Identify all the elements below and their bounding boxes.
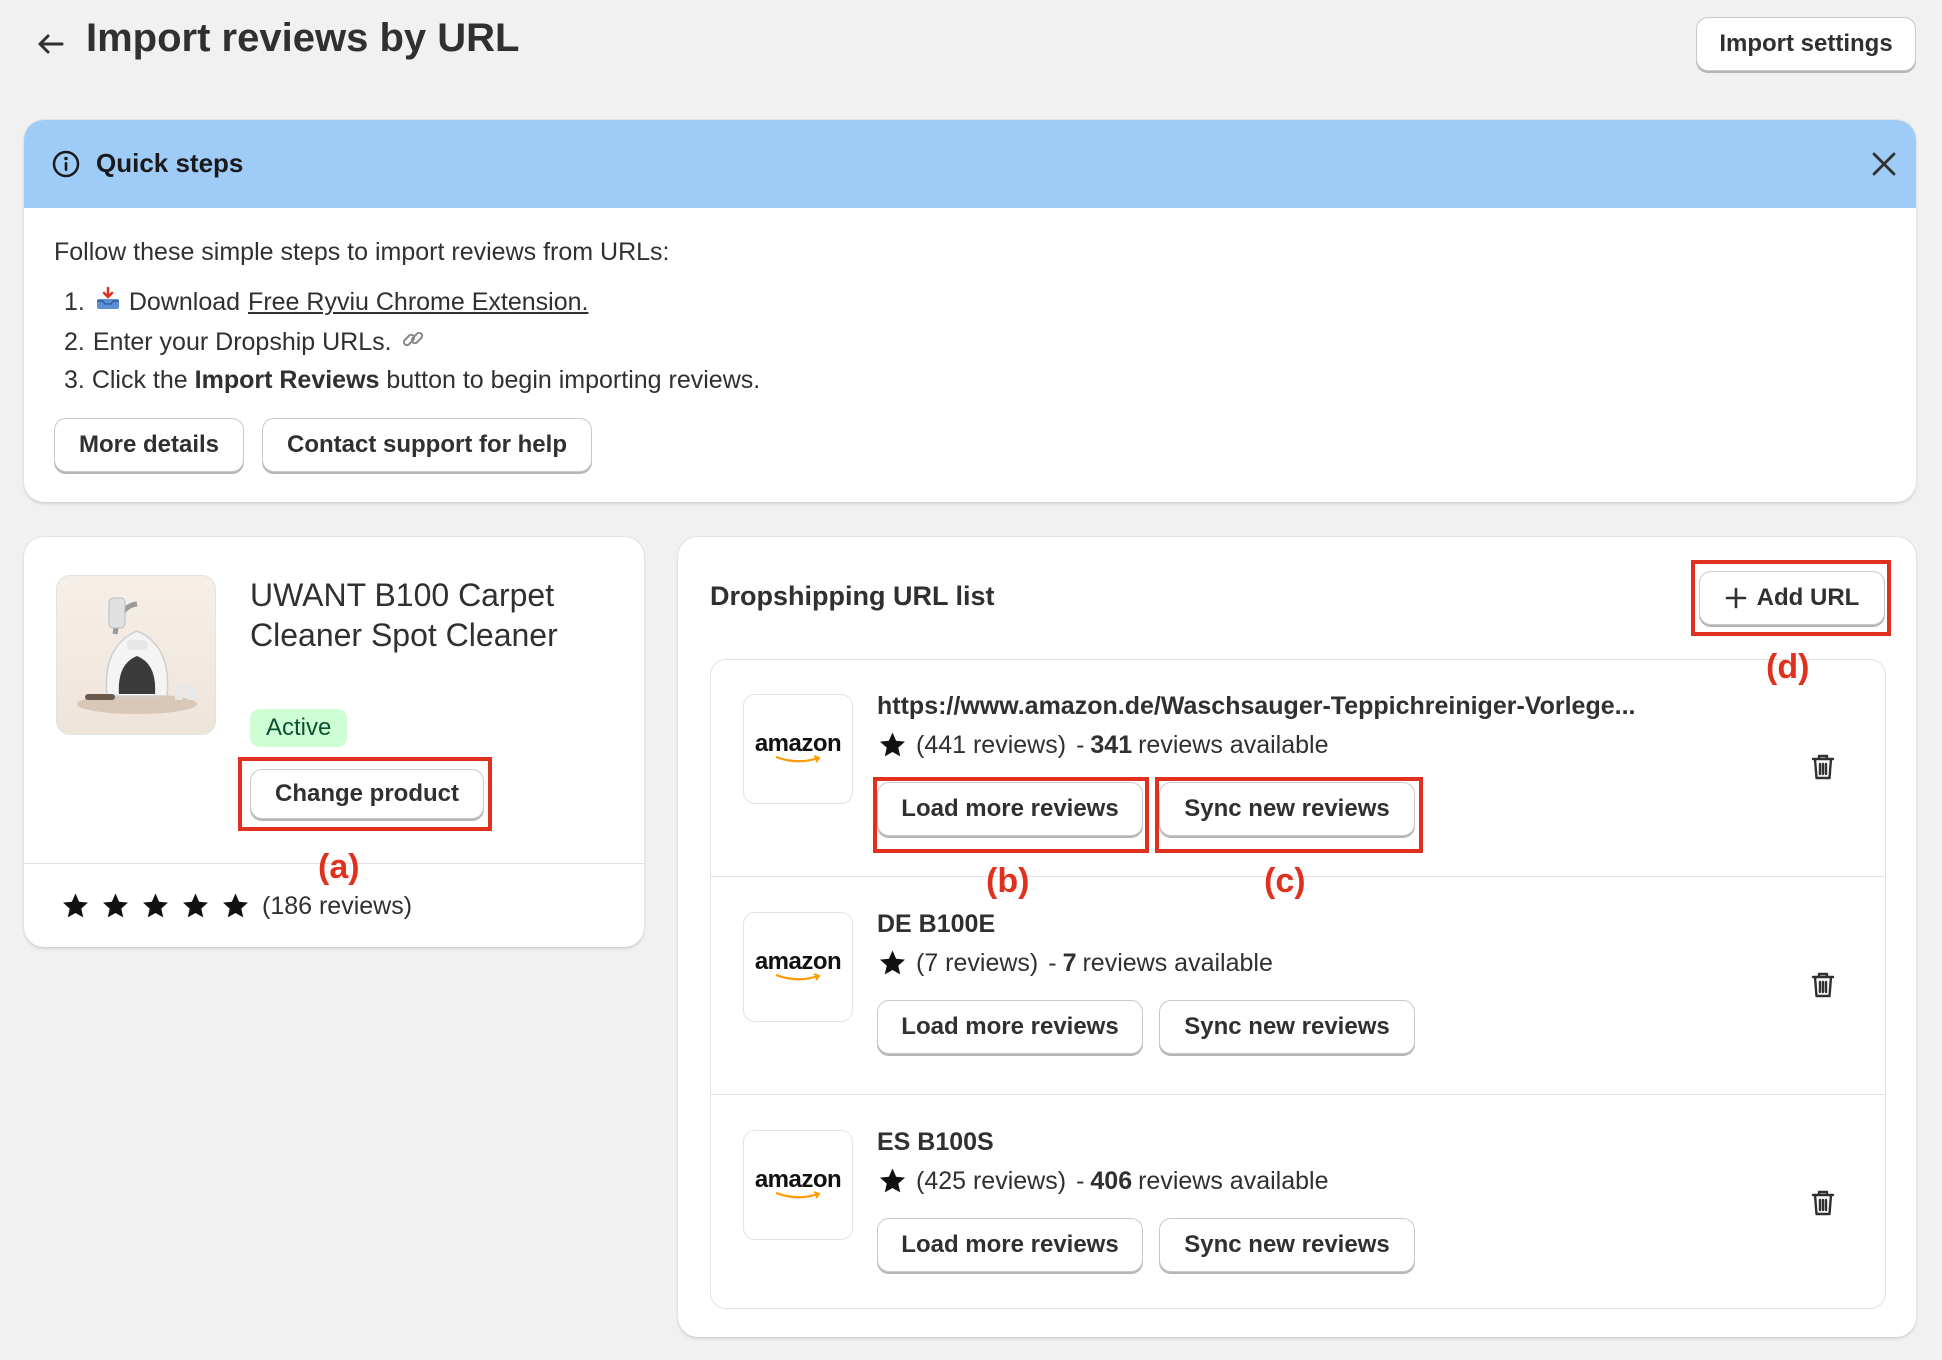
star-icon <box>880 950 905 975</box>
url-review-count: (441 reviews) <box>916 730 1067 759</box>
link-icon <box>400 326 426 359</box>
status-badge: Active <box>250 709 348 747</box>
step-2: 2. Enter your Dropship URLs. <box>64 326 426 359</box>
url-review-info: (7 reviews) - 7 reviews available <box>877 948 1273 978</box>
step-1: 1. Download Free Ryviu Chrome Extension. <box>64 286 588 319</box>
quick-steps-intro: Follow these simple steps to import revi… <box>54 238 670 266</box>
star-icon <box>183 893 208 918</box>
step-number: 3. <box>64 366 85 394</box>
list-item: amazon DE B100E (7 reviews) - 7 reviews … <box>711 878 1885 1096</box>
annotation-label-c: (c) <box>1264 862 1306 900</box>
available-label: reviews available <box>1082 948 1273 977</box>
amazon-logo: amazon <box>743 694 853 804</box>
available-count: 406 <box>1090 1166 1133 1195</box>
star-icon <box>880 732 905 757</box>
product-name-line1: UWANT B100 Carpet <box>250 577 555 613</box>
contact-support-button[interactable]: Contact support for help <box>262 418 592 472</box>
quick-steps-title: Quick steps <box>96 148 244 178</box>
url-review-count: (425 reviews) <box>916 1166 1067 1195</box>
star-icon <box>880 1168 905 1193</box>
row-divider <box>711 1094 1885 1095</box>
url-review-info: (425 reviews) - 406 reviews available <box>877 1166 1328 1196</box>
url-name: https://www.amazon.de/Waschsauger-Teppic… <box>877 692 1636 720</box>
star-icon <box>103 893 128 918</box>
amazon-logo: amazon <box>743 912 853 1022</box>
load-more-reviews-button[interactable]: Load more reviews <box>877 1000 1143 1054</box>
url-list: amazon https://www.amazon.de/Waschsauger… <box>710 659 1886 1309</box>
url-review-info: (441 reviews) - 341 reviews available <box>877 730 1328 760</box>
amazon-smile-icon <box>775 1191 821 1199</box>
trash-icon[interactable] <box>1809 970 1837 1000</box>
amazon-logo: amazon <box>743 1130 853 1240</box>
step-number: 2. <box>64 328 85 356</box>
step-text: Enter your Dropship URLs. <box>92 328 392 356</box>
annotation-box-d <box>1691 560 1891 636</box>
step-text: Click the <box>91 366 188 394</box>
annotation-box-b <box>873 777 1149 853</box>
url-list-card: Dropshipping URL list Add URL amazon htt… <box>678 537 1916 1337</box>
trash-icon[interactable] <box>1809 752 1837 782</box>
inbox-tray-icon <box>95 286 121 319</box>
star-icon <box>223 893 248 918</box>
amazon-smile-icon <box>775 755 821 763</box>
available-label: reviews available <box>1138 1166 1329 1195</box>
more-details-button[interactable]: More details <box>54 418 244 472</box>
list-item: amazon ES B100S (425 reviews) - 406 revi… <box>711 1096 1885 1308</box>
amazon-logo-text: amazon <box>754 948 842 975</box>
import-settings-button[interactable]: Import settings <box>1696 17 1916 71</box>
chrome-extension-link[interactable]: Free Ryviu Chrome Extension. <box>248 288 588 317</box>
star-icon <box>143 893 168 918</box>
close-icon[interactable] <box>1870 150 1898 178</box>
quick-steps-card: Quick steps Follow these simple steps to… <box>24 120 1916 502</box>
annotation-box-a <box>238 757 492 831</box>
separator: - <box>1048 948 1057 977</box>
product-name: UWANT B100 Carpet Cleaner Spot Cleaner <box>250 575 558 655</box>
info-icon <box>52 150 80 178</box>
separator: - <box>1076 1166 1085 1195</box>
product-image <box>56 575 216 735</box>
amazon-logo-text: amazon <box>754 730 842 757</box>
separator: - <box>1076 730 1085 759</box>
step-text: button to begin importing reviews. <box>386 366 761 394</box>
annotation-label-d: (d) <box>1766 648 1810 686</box>
annotation-label-b: (b) <box>986 862 1030 900</box>
product-name-line2: Cleaner Spot Cleaner <box>250 617 558 653</box>
annotation-label-a: (a) <box>318 848 360 886</box>
url-name: ES B100S <box>877 1128 994 1156</box>
product-rating: (186 reviews) <box>60 891 412 921</box>
available-count: 7 <box>1062 948 1077 977</box>
url-list-title: Dropshipping URL list <box>710 581 995 611</box>
star-icon <box>63 893 88 918</box>
sync-new-reviews-button[interactable]: Sync new reviews <box>1159 1000 1415 1054</box>
step-bold-text: Import Reviews <box>194 366 380 394</box>
amazon-logo-text: amazon <box>754 1166 842 1193</box>
load-more-reviews-button[interactable]: Load more reviews <box>877 1218 1143 1272</box>
available-label: reviews available <box>1138 730 1329 759</box>
review-count: (186 reviews) <box>262 891 413 920</box>
url-review-count: (7 reviews) <box>916 948 1039 977</box>
trash-icon[interactable] <box>1809 1188 1837 1218</box>
quick-steps-banner <box>24 120 1916 208</box>
amazon-smile-icon <box>775 973 821 981</box>
step-3: 3. Click the Import Reviews button to be… <box>64 366 760 395</box>
sync-new-reviews-button[interactable]: Sync new reviews <box>1159 1218 1415 1272</box>
step-text: Download <box>128 288 241 316</box>
available-count: 341 <box>1090 730 1133 759</box>
url-name: DE B100E <box>877 910 996 938</box>
back-arrow-icon[interactable] <box>34 28 66 60</box>
page-title: Import reviews by URL <box>86 16 520 60</box>
annotation-box-c <box>1155 777 1423 853</box>
step-number: 1. <box>64 288 85 316</box>
